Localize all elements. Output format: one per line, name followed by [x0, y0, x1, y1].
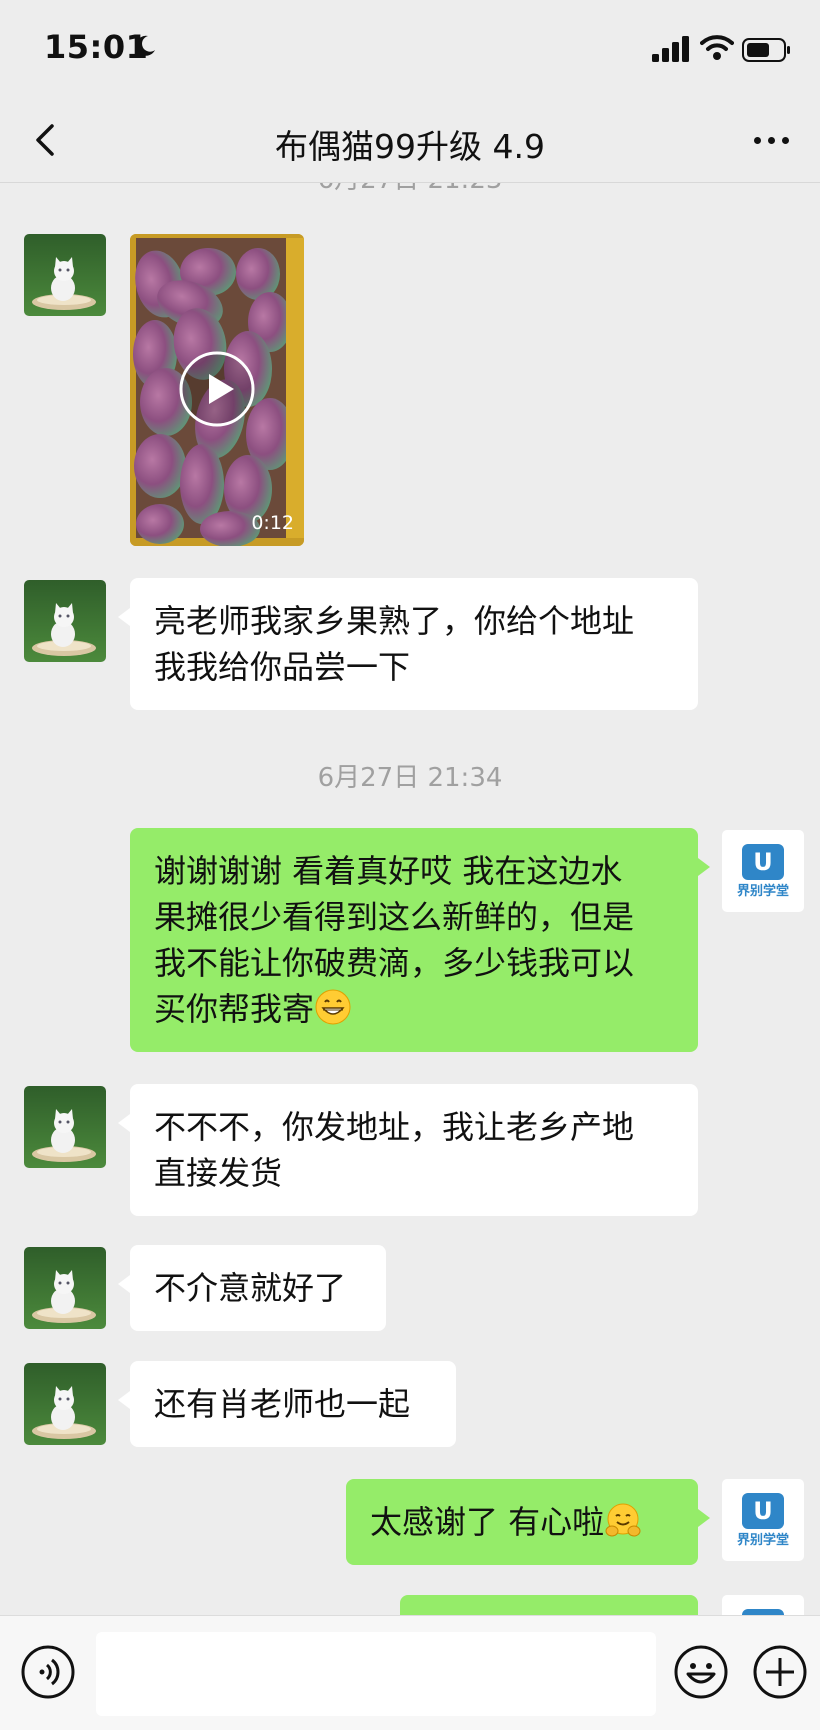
contact-avatar[interactable] [24, 1086, 106, 1168]
chat-screen: 15:01 布偶猫99升级 4.9 0:12 亮老师我家乡果熟了，你给个地址 我… [0, 0, 820, 1730]
brand-logo: U [742, 1493, 784, 1529]
message-line: 谢谢谢谢 看着真好哎 我在这边水 [154, 852, 623, 890]
user-avatar[interactable]: U 界别学堂 [722, 1479, 804, 1561]
message-line: 不不不，你发地址，我让老乡产地 [154, 1108, 635, 1146]
outgoing-message[interactable]: 太感谢了 有心啦 [346, 1479, 710, 1565]
user-avatar[interactable]: U [722, 1595, 804, 1615]
video-message[interactable]: 0:12 [130, 234, 304, 546]
video-duration: 0:12 [251, 512, 294, 534]
incoming-message[interactable]: 不介意就好了 [118, 1245, 386, 1331]
timestamp: 6月27日 21:34 [317, 763, 503, 793]
contact-avatar[interactable] [24, 580, 106, 662]
moon-icon [135, 35, 155, 56]
chat-title: 布偶猫99升级 4.9 [275, 127, 545, 166]
contact-avatar[interactable] [24, 1247, 106, 1329]
message-line: 我不能让你破费滴，多少钱我可以 [154, 944, 635, 982]
message-line: 我我给你品尝一下 [154, 648, 411, 686]
status-bar: 15:01 [0, 0, 820, 100]
incoming-message[interactable]: 还有肖老师也一起 [118, 1361, 456, 1447]
play-icon[interactable] [178, 350, 256, 428]
voice-icon[interactable] [20, 1644, 76, 1700]
message-text: 不介意就好了 [154, 1269, 347, 1307]
message-text: 还有肖老师也一起 [154, 1385, 411, 1423]
message-line: 太感谢了 有心啦 [370, 1499, 674, 1545]
emoji-icon[interactable] [673, 1644, 729, 1700]
grin-emoji-icon [315, 989, 351, 1025]
wifi-icon [700, 35, 734, 60]
plus-icon[interactable] [752, 1644, 808, 1700]
message-line: 果摊很少看得到这么新鲜的，但是 [154, 898, 635, 936]
incoming-message[interactable]: 亮老师我家乡果熟了，你给个地址 我我给你品尝一下 [118, 578, 698, 710]
message-line: 买你帮我寄 [154, 986, 674, 1032]
message-input[interactable] [96, 1632, 656, 1716]
outgoing-message[interactable]: 谢谢谢谢 看着真好哎 我在这边水 果摊很少看得到这么新鲜的，但是 我不能让你破费… [130, 828, 710, 1052]
incoming-message[interactable]: 不不不，你发地址，我让老乡产地 直接发货 [118, 1084, 698, 1216]
timestamp: 6月27日 21:23 [0, 183, 820, 196]
battery-icon [742, 38, 790, 62]
outgoing-message[interactable] [400, 1595, 698, 1615]
contact-avatar[interactable] [24, 234, 106, 316]
nav-bar: 布偶猫99升级 4.9 [0, 100, 820, 183]
user-avatar[interactable]: U 界别学堂 [722, 830, 804, 912]
brand-name: 界别学堂 [736, 1533, 789, 1548]
hug-emoji-icon [605, 1503, 641, 1537]
message-list[interactable]: 6月27日 21:23 [0, 183, 820, 1615]
signal-icon [652, 36, 689, 62]
contact-avatar[interactable] [24, 1363, 106, 1445]
brand-logo: U [742, 844, 784, 880]
more-icon[interactable] [748, 122, 796, 158]
message-line: 亮老师我家乡果熟了，你给个地址 [154, 602, 635, 640]
brand-name: 界别学堂 [736, 884, 789, 899]
input-bar [0, 1615, 820, 1730]
message-line: 直接发货 [154, 1154, 283, 1192]
